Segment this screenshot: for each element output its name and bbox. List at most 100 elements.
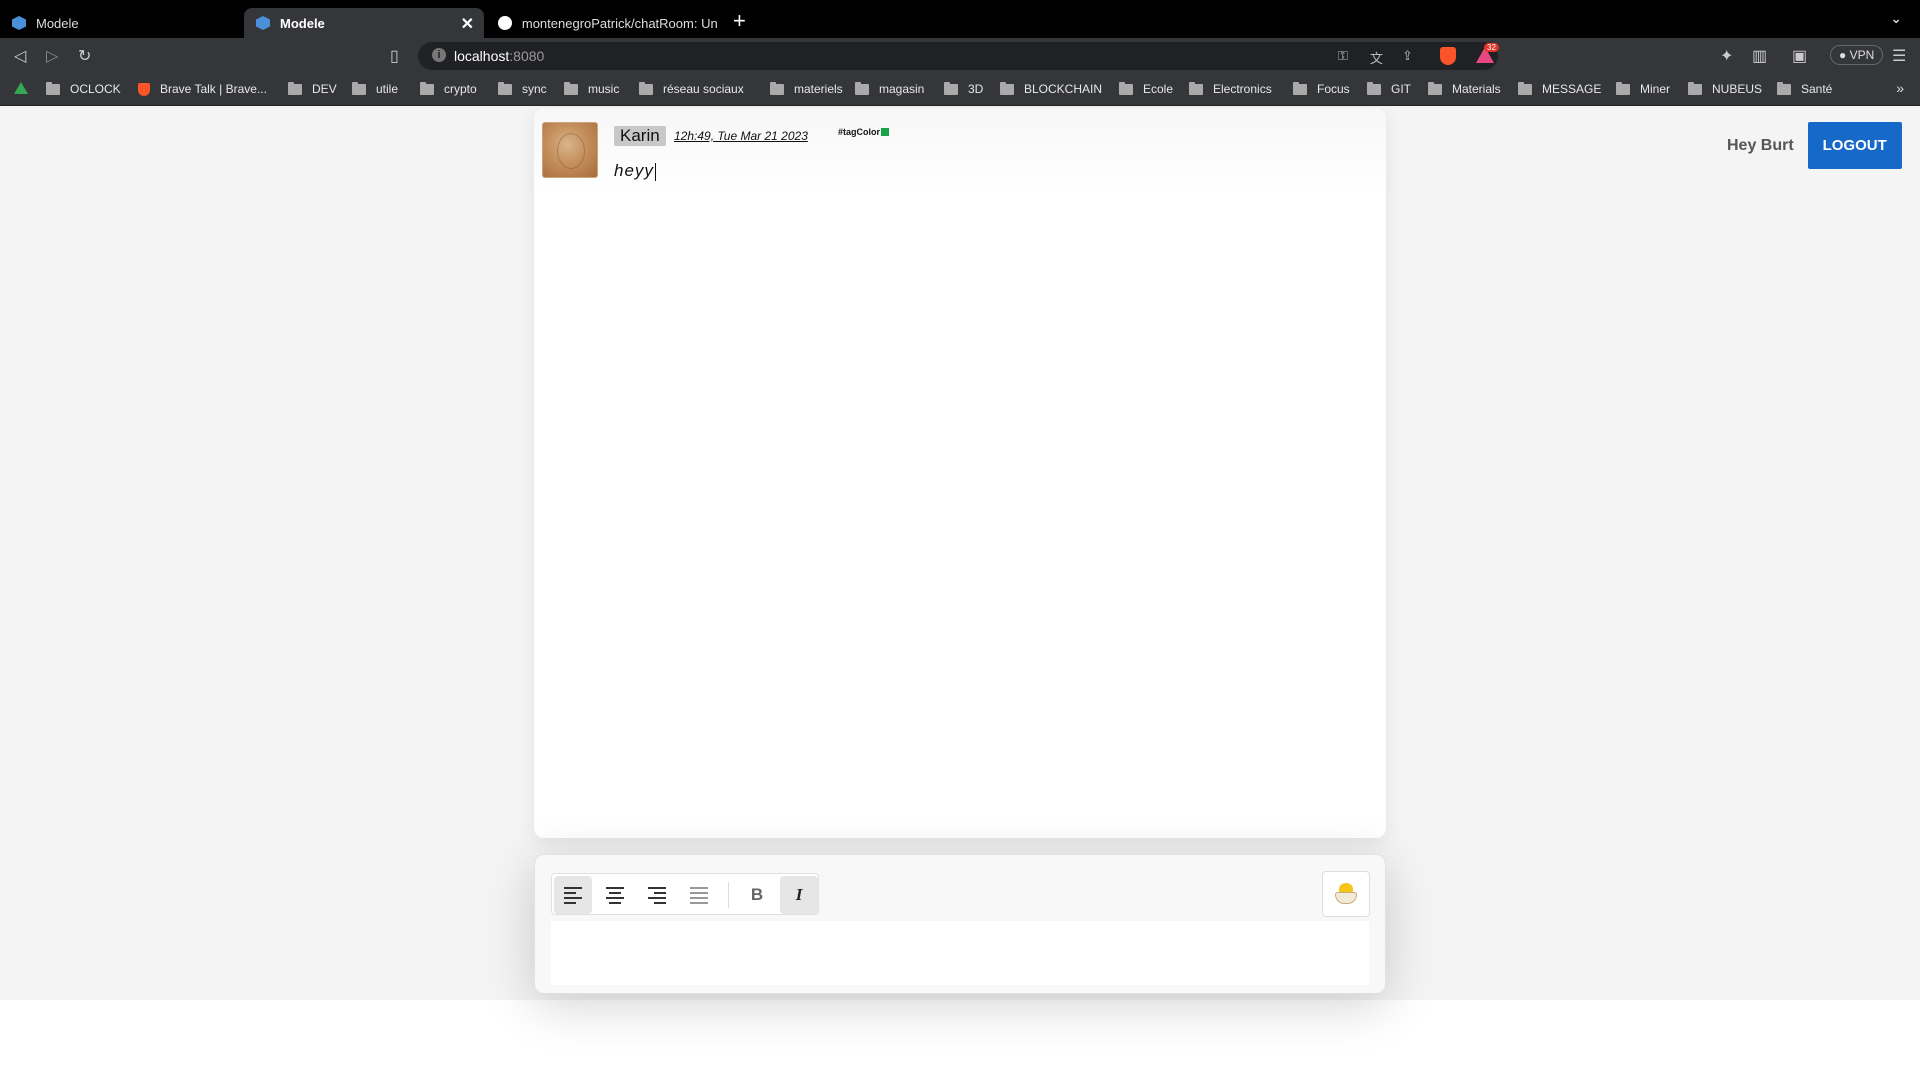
vpn-button[interactable]: ● VPN xyxy=(1830,45,1884,65)
browser-toolbar: ◁ ▷ ↻ ▯ i localhost:8080 ⚿ 文 ⇪ 32 ✦ ▥ ▣ … xyxy=(0,38,1920,74)
new-tab-button[interactable]: + xyxy=(733,8,746,34)
message-composer: B I xyxy=(534,854,1386,994)
bookmark-git[interactable]: GIT xyxy=(1367,81,1411,96)
bookmark-utile[interactable]: utile xyxy=(352,81,398,96)
bold-button[interactable]: B xyxy=(738,876,776,914)
folder-icon xyxy=(352,81,366,95)
bookmark-brave-talk[interactable]: Brave Talk | Brave... xyxy=(138,82,267,96)
bookmark-magasin[interactable]: magasin xyxy=(855,81,924,96)
tab-title: Modele xyxy=(36,15,79,31)
menu-icon[interactable]: ☰ xyxy=(1892,46,1906,66)
text-cursor xyxy=(654,162,656,181)
bookmark-oclock[interactable]: OCLOCK xyxy=(46,81,121,96)
share-icon[interactable]: ⇪ xyxy=(1402,48,1413,64)
bookmark-miner[interactable]: Miner xyxy=(1616,81,1670,96)
tag-color-swatch xyxy=(881,128,890,136)
folder-icon xyxy=(1189,81,1203,95)
align-right-button[interactable] xyxy=(638,876,676,914)
github-icon xyxy=(498,16,512,30)
message-text: heyy xyxy=(614,161,656,181)
close-tab-icon[interactable]: ✕ xyxy=(461,14,474,34)
message-author[interactable]: Karin xyxy=(614,126,666,146)
brave-icon xyxy=(138,82,150,96)
bookmark-blockchain[interactable]: BLOCKCHAIN xyxy=(1000,81,1102,96)
bookmark-electronics[interactable]: Electronics xyxy=(1189,81,1272,96)
user-area: Hey Burt LOGOUT xyxy=(1727,122,1902,169)
message-tag: #tagColor xyxy=(838,127,890,137)
url-text: localhost:8080 xyxy=(454,48,545,64)
folder-icon xyxy=(1000,81,1014,95)
tag-label: #tagColor xyxy=(838,127,881,137)
folder-icon xyxy=(46,81,60,95)
chat-message: Karin 12h:49, Tue Mar 21 2023 #tagColor … xyxy=(534,108,1386,196)
folder-icon xyxy=(1688,81,1702,95)
folder-icon xyxy=(1777,81,1791,95)
folder-icon xyxy=(288,81,302,95)
rewards-badge: 32 xyxy=(1484,43,1499,52)
bookmarks-bar: OCLOCK Brave Talk | Brave... DEV utile c… xyxy=(0,74,1920,106)
bookmark-materials[interactable]: Materials xyxy=(1428,81,1501,96)
emoji-picker-button[interactable] xyxy=(1322,871,1370,917)
italic-button[interactable]: I xyxy=(780,876,818,914)
align-center-button[interactable] xyxy=(596,876,634,914)
message-input[interactable] xyxy=(551,921,1369,985)
logout-button[interactable]: LOGOUT xyxy=(1807,122,1902,169)
bookmark-dev[interactable]: DEV xyxy=(288,81,337,96)
align-left-button[interactable] xyxy=(554,876,592,914)
toolbar-divider xyxy=(728,882,729,908)
tab-modele-2[interactable]: Modele ✕ xyxy=(244,8,484,38)
address-bar[interactable]: i localhost:8080 ⚿ 文 ⇪ xyxy=(418,42,1498,70)
bookmark-sync[interactable]: sync xyxy=(498,81,547,96)
bookmark-sante[interactable]: Santé xyxy=(1777,81,1832,96)
user-greeting: Hey Burt xyxy=(1727,136,1794,154)
folder-icon xyxy=(855,81,869,95)
extensions-icon[interactable]: ✦ xyxy=(1720,46,1733,66)
bookmark-message[interactable]: MESSAGE xyxy=(1518,81,1601,96)
folder-icon xyxy=(420,81,434,95)
align-center-icon xyxy=(606,884,624,907)
align-left-icon xyxy=(564,884,582,907)
more-bookmarks-icon[interactable]: » xyxy=(1896,80,1904,96)
forward-icon[interactable]: ▷ xyxy=(46,46,58,66)
bookmark-reseau-sociaux[interactable]: réseau sociaux xyxy=(639,81,744,96)
folder-icon xyxy=(498,81,512,95)
back-icon[interactable]: ◁ xyxy=(14,46,26,66)
folder-icon xyxy=(564,81,578,95)
folder-icon xyxy=(639,81,653,95)
folder-icon xyxy=(1367,81,1381,95)
google-drive-icon[interactable] xyxy=(14,82,28,94)
browser-tab-bar: Modele Modele ✕ montenegroPatrick/chatRo… xyxy=(0,0,1920,38)
folder-icon xyxy=(770,81,784,95)
tab-title: Modele xyxy=(280,15,325,31)
tab-github[interactable]: montenegroPatrick/chatRoom: Un e xyxy=(486,8,720,38)
site-info-icon[interactable]: i xyxy=(432,48,446,62)
key-icon[interactable]: ⚿ xyxy=(1338,48,1348,64)
tab-search-chevron-icon[interactable]: ⌄ xyxy=(1890,10,1902,27)
avatar xyxy=(542,122,598,178)
folder-icon xyxy=(1616,81,1630,95)
bookmark-materiels[interactable]: materiels xyxy=(770,81,843,96)
bookmark-icon[interactable]: ▯ xyxy=(390,46,399,66)
app-favicon-icon xyxy=(256,16,270,30)
wallet-icon[interactable]: ▣ xyxy=(1792,46,1807,66)
bookmark-crypto[interactable]: crypto xyxy=(420,81,477,96)
reload-icon[interactable]: ↻ xyxy=(78,46,91,66)
folder-icon xyxy=(1428,81,1442,95)
bookmark-music[interactable]: music xyxy=(564,81,619,96)
bookmark-ecole[interactable]: Ecole xyxy=(1119,81,1173,96)
bookmark-nubeus[interactable]: NUBEUS xyxy=(1688,81,1762,96)
align-justify-button[interactable] xyxy=(680,876,718,914)
chat-messages-panel: Karin 12h:49, Tue Mar 21 2023 #tagColor … xyxy=(534,108,1386,838)
tab-title: montenegroPatrick/chatRoom: Un e xyxy=(521,15,720,31)
app-favicon-icon xyxy=(12,16,26,30)
folder-icon xyxy=(1293,81,1307,95)
folder-icon xyxy=(1518,81,1532,95)
bookmark-focus[interactable]: Focus xyxy=(1293,81,1350,96)
bookmark-3d[interactable]: 3D xyxy=(944,81,983,96)
sidebar-icon[interactable]: ▥ xyxy=(1752,46,1767,66)
align-right-icon xyxy=(648,884,666,907)
brave-shields-icon[interactable] xyxy=(1440,47,1456,65)
translate-icon[interactable]: 文 xyxy=(1370,48,1383,67)
message-timestamp: 12h:49, Tue Mar 21 2023 xyxy=(674,129,808,143)
tab-modele-1[interactable]: Modele xyxy=(0,8,244,38)
